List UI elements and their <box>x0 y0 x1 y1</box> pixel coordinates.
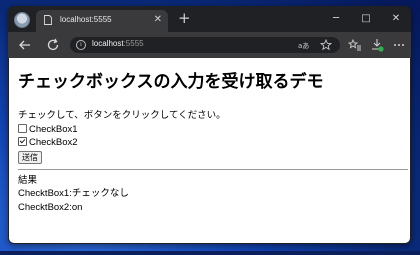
profile-avatar[interactable] <box>14 12 30 28</box>
tab-close-icon[interactable]: ✕ <box>154 14 162 26</box>
page-viewport: チェックボックスの入力を受け取るデモ チェックして、ボタンをクリックしてください… <box>9 58 410 243</box>
address-bar[interactable]: i localhost:5555 aあ <box>70 37 340 53</box>
page-heading: チェックボックスの入力を受け取るデモ <box>18 72 324 91</box>
result-line-1: ChecktBox1:チェックなし <box>18 188 129 199</box>
arrow-left-icon[interactable] <box>18 38 32 52</box>
favorites-icon[interactable] <box>348 38 362 52</box>
svg-text:aあ: aあ <box>298 42 309 50</box>
tab-title: localhost:5555 <box>60 15 112 24</box>
browser-toolbar: i localhost:5555 aあ <box>8 32 411 58</box>
maximize-button[interactable]: □ <box>351 6 381 32</box>
new-tab-button[interactable]: + <box>178 10 191 26</box>
title-bar: localhost:5555 ✕ + ─ □ ✕ <box>8 6 411 32</box>
read-aloud-icon[interactable]: aあ <box>298 40 310 50</box>
result-title: 結果 <box>18 175 38 186</box>
info-icon[interactable]: i <box>76 40 86 50</box>
checkbox1-label[interactable]: CheckBox1 <box>29 124 78 135</box>
reload-icon[interactable] <box>46 38 60 52</box>
submit-button[interactable]: 送信 <box>18 151 42 164</box>
ellipsis-icon[interactable] <box>392 38 406 52</box>
taskbar-edge <box>0 251 420 255</box>
checkbox2-label[interactable]: CheckBox2 <box>29 137 78 148</box>
page-icon <box>44 15 52 25</box>
divider <box>18 169 408 170</box>
browser-tab[interactable]: localhost:5555 ✕ <box>36 10 168 32</box>
browser-window: localhost:5555 ✕ + ─ □ ✕ i localhost:555… <box>8 6 411 244</box>
star-icon[interactable] <box>320 39 332 51</box>
checkbox1-row[interactable]: CheckBox1 <box>18 124 78 136</box>
result-line-2: ChecktBox2:on <box>18 202 83 213</box>
url-text[interactable]: localhost:5555 <box>92 39 144 48</box>
minimize-button[interactable]: ─ <box>321 6 351 32</box>
checkbox2[interactable] <box>18 137 27 146</box>
instruction-text: チェックして、ボタンをクリックしてください。 <box>18 110 226 121</box>
download-icon[interactable] <box>370 38 384 52</box>
close-button[interactable]: ✕ <box>381 6 411 32</box>
checkbox2-row[interactable]: CheckBox2 <box>18 137 78 149</box>
checkbox1[interactable] <box>18 124 27 133</box>
